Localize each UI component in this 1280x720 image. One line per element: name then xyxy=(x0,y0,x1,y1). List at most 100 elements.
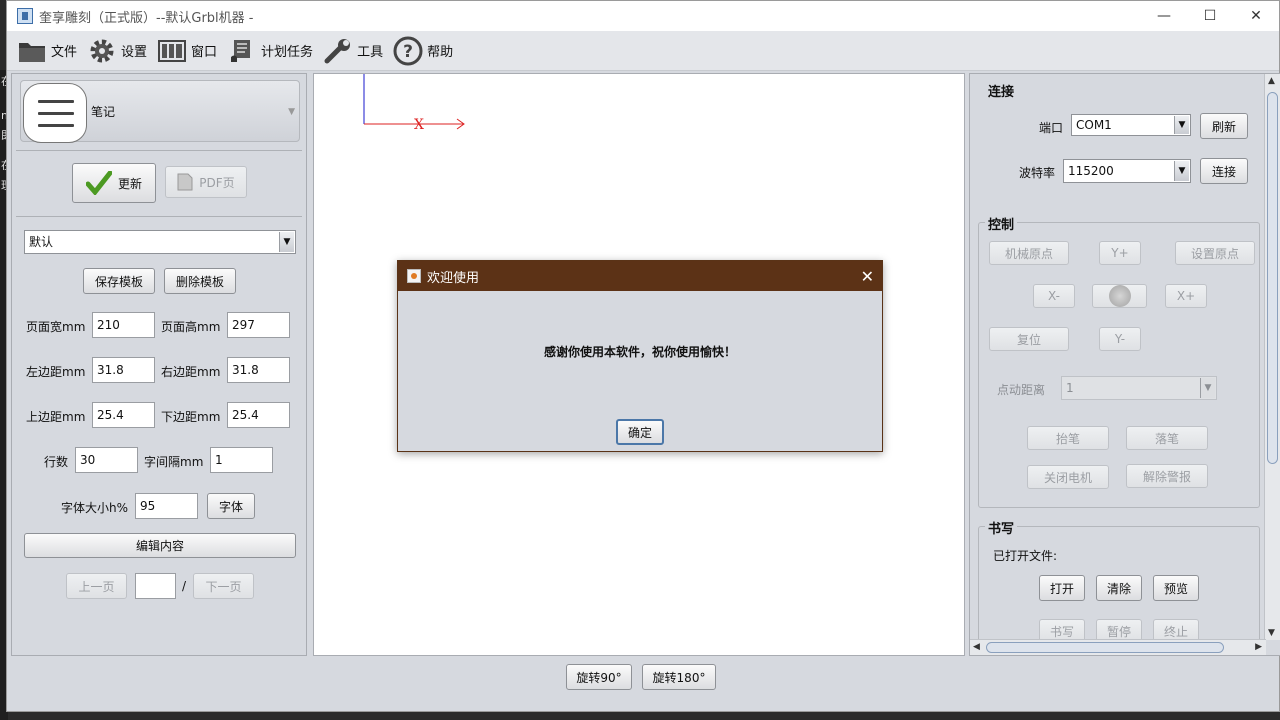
delete-template-button[interactable]: 删除模板 xyxy=(164,268,236,294)
pdf-button-label: PDF页 xyxy=(199,175,235,190)
pdf-icon xyxy=(177,173,193,191)
edit-content-button[interactable]: 编辑内容 xyxy=(24,533,296,558)
font-size-field[interactable]: 95 xyxy=(135,493,198,519)
menu-settings[interactable]: 设置 xyxy=(87,37,147,65)
close-window-button[interactable]: ✕ xyxy=(1233,1,1279,31)
clear-alarm-button[interactable]: 解除警报 xyxy=(1126,464,1208,488)
top-margin-field[interactable]: 25.4 xyxy=(92,402,155,428)
save-template-button[interactable]: 保存模板 xyxy=(83,268,155,294)
jog-distance-label: 点动距离 xyxy=(997,383,1046,397)
baud-rate-value: 115200 xyxy=(1068,164,1114,178)
open-button[interactable]: 打开 xyxy=(1039,575,1085,601)
page-width-label: 页面宽mm xyxy=(26,320,86,334)
control-title: 控制 xyxy=(985,214,1018,233)
divider xyxy=(16,216,302,217)
dialog-title-bar: 欢迎使用 ✕ xyxy=(398,261,882,291)
x-plus-button[interactable]: X+ xyxy=(1165,284,1207,308)
template-select[interactable]: 默认 ▼ xyxy=(24,230,296,254)
window-icon xyxy=(157,37,187,65)
page-height-field[interactable]: 297 xyxy=(227,312,290,338)
dialog-message: 感谢你使用本软件，祝你使用愉快！ xyxy=(543,345,736,359)
dialog-close-button[interactable]: ✕ xyxy=(861,267,874,286)
set-origin-button[interactable]: 设置原点 xyxy=(1175,241,1255,265)
dropdown-arrow-icon: ▼ xyxy=(279,232,294,252)
minimize-button[interactable]: — xyxy=(1141,1,1187,31)
scroll-up-icon[interactable]: ▲ xyxy=(1268,76,1275,86)
machine-origin-button[interactable]: 机械原点 xyxy=(989,241,1069,265)
divider xyxy=(16,150,302,151)
dropdown-arrow-icon: ▼ xyxy=(1174,116,1189,134)
bottom-margin-label: 下边距mm xyxy=(161,410,221,424)
char-spacing-field[interactable]: 1 xyxy=(210,447,273,473)
clear-button[interactable]: 清除 xyxy=(1096,575,1142,601)
title-bar: 奎享雕刻（正式版）--默认Grbl机器 - — ☐ ✕ xyxy=(7,1,1279,31)
menu-window[interactable]: 窗口 xyxy=(157,37,217,65)
page-number-field[interactable] xyxy=(135,573,176,599)
pen-down-button[interactable]: 落笔 xyxy=(1126,426,1208,450)
preview-button[interactable]: 预览 xyxy=(1153,575,1199,601)
checkmark-icon xyxy=(85,171,112,195)
prev-page-button[interactable]: 上一页 xyxy=(66,573,127,599)
help-icon: ? xyxy=(393,36,423,65)
jog-distance-value: 1 xyxy=(1066,381,1074,395)
menu-help[interactable]: ? 帮助 xyxy=(393,36,453,65)
left-margin-field[interactable]: 31.8 xyxy=(92,357,155,383)
font-button[interactable]: 字体 xyxy=(207,493,255,519)
vertical-scroll-thumb[interactable] xyxy=(1267,92,1278,464)
rows-field[interactable]: 30 xyxy=(75,447,138,473)
svg-text:?: ? xyxy=(403,42,413,62)
rows-label: 行数 xyxy=(44,455,69,469)
write-title: 书写 xyxy=(985,518,1018,537)
refresh-button[interactable]: 刷新 xyxy=(1200,113,1248,139)
hamburger-icon xyxy=(23,83,87,143)
connect-title: 连接 xyxy=(985,81,1018,100)
page-width-field[interactable]: 210 xyxy=(92,312,155,338)
scroll-left-icon[interactable]: ◀ xyxy=(973,642,980,652)
scroll-right-icon[interactable]: ▶ xyxy=(1255,642,1262,652)
vertical-scrollbar[interactable]: ▲ ▼ xyxy=(1264,74,1280,640)
right-margin-field[interactable]: 31.8 xyxy=(227,357,290,383)
java-icon xyxy=(407,269,421,283)
menu-schedule[interactable]: 计划任务 xyxy=(227,37,313,65)
next-page-button[interactable]: 下一页 xyxy=(193,573,254,599)
home-center-button[interactable] xyxy=(1092,284,1147,308)
dropdown-arrow-icon: ▼ xyxy=(1200,378,1215,398)
horizontal-scrollbar[interactable]: ◀ ▶ xyxy=(970,639,1266,655)
update-button-label: 更新 xyxy=(117,176,142,191)
rotate-90-button[interactable]: 旋转90° xyxy=(566,664,632,690)
font-size-label: 字体大小h% xyxy=(61,501,129,515)
y-plus-button[interactable]: Y+ xyxy=(1099,241,1141,265)
menu-file-label: 文件 xyxy=(51,45,78,60)
port-select[interactable]: COM1 ▼ xyxy=(1071,114,1191,136)
dropdown-arrow-icon: ▼ xyxy=(288,107,295,117)
reset-button[interactable]: 复位 xyxy=(989,327,1069,351)
port-label: 端口 xyxy=(1039,121,1064,135)
maximize-button[interactable]: ☐ xyxy=(1187,1,1233,31)
update-button[interactable]: 更新 xyxy=(72,163,156,203)
dialog-ok-button[interactable]: 确定 xyxy=(616,419,664,445)
menu-file[interactable]: 文件 xyxy=(17,37,77,65)
x-minus-button[interactable]: X- xyxy=(1033,284,1075,308)
left-margin-label: 左边距mm xyxy=(26,365,86,379)
y-minus-button[interactable]: Y- xyxy=(1099,327,1141,351)
baud-rate-select[interactable]: 115200 ▼ xyxy=(1063,159,1191,183)
left-panel: 笔记 ▼ 更新 PDF页 默认 ▼ 保存模板 删除模板 页面宽mm 210 页面… xyxy=(11,73,307,656)
jog-distance-select[interactable]: 1 ▼ xyxy=(1061,376,1217,400)
menu-settings-label: 设置 xyxy=(121,45,148,60)
write-group: 书写 已打开文件: 打开 清除 预览 书写 暂停 终止 xyxy=(978,518,1260,655)
pdf-page-button[interactable]: PDF页 xyxy=(165,166,247,198)
pen-up-button[interactable]: 抬笔 xyxy=(1027,426,1109,450)
menu-tools-label: 工具 xyxy=(357,45,384,60)
rotate-180-button[interactable]: 旋转180° xyxy=(642,664,716,690)
menu-window-label: 窗口 xyxy=(191,45,218,60)
menu-tools[interactable]: 工具 xyxy=(323,37,383,65)
connect-button[interactable]: 连接 xyxy=(1200,158,1248,184)
motor-off-button[interactable]: 关闭电机 xyxy=(1027,465,1109,489)
notes-selector[interactable]: 笔记 ▼ xyxy=(20,80,300,143)
baud-rate-label: 波特率 xyxy=(1019,166,1056,180)
window-title: 奎享雕刻（正式版）--默认Grbl机器 - xyxy=(39,10,254,26)
dropdown-arrow-icon: ▼ xyxy=(1174,161,1189,181)
bottom-margin-field[interactable]: 25.4 xyxy=(227,402,290,428)
horizontal-scroll-thumb[interactable] xyxy=(986,642,1224,653)
scroll-down-icon[interactable]: ▼ xyxy=(1268,628,1275,638)
